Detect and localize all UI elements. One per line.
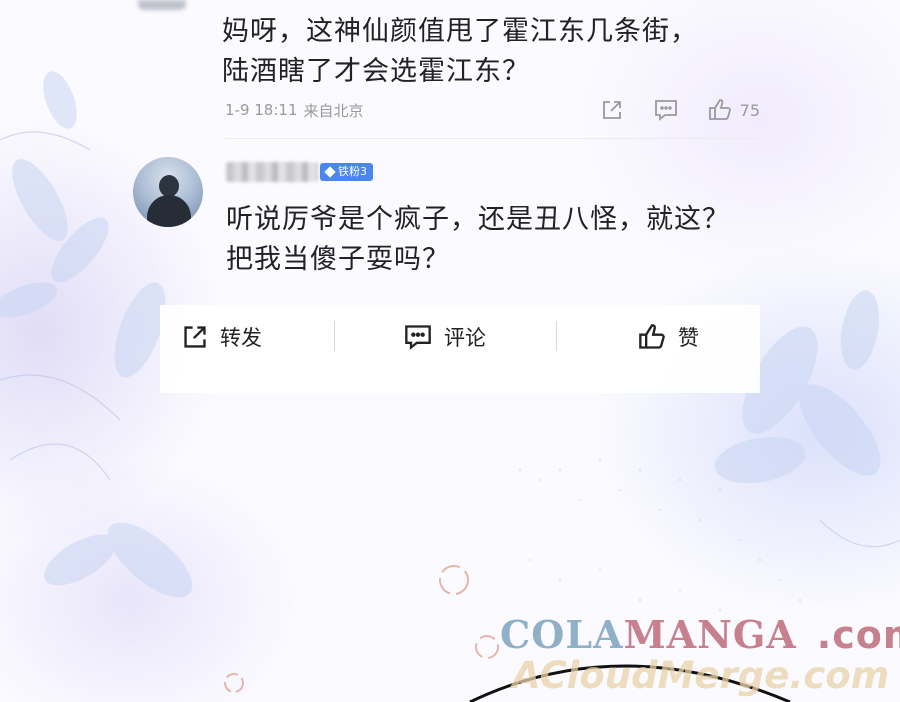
- action-bar: 转发 评论 赞: [160, 305, 760, 393]
- fan-badge-label: 铁粉3: [338, 165, 367, 178]
- fan-badge[interactable]: 铁粉3: [320, 163, 373, 181]
- share-icon: [184, 326, 206, 348]
- watermark-manga: MANGA: [623, 612, 797, 657]
- comment-icon[interactable]: [654, 98, 678, 122]
- separator: [334, 321, 335, 351]
- share-icon[interactable]: [600, 98, 624, 122]
- watermark-com: .com: [816, 613, 900, 657]
- comment-time: 1-9 18:11: [225, 101, 298, 119]
- comment-text-line: 听说厉爷是个疯子，还是丑八怪，就这？: [226, 204, 730, 235]
- separator: [556, 321, 557, 351]
- watermark-line1: COLAMANGA .com: [500, 612, 900, 657]
- comment-location: 来自北京: [303, 101, 364, 120]
- comment-meta-row: 1-9 18:11 来自北京 75: [225, 96, 760, 124]
- comment-text-line: 妈呀，这神仙颜值甩了霍江东几条街，: [222, 16, 698, 47]
- comment-label: 评论: [444, 326, 486, 350]
- comment-text-line: 把我当傻子耍吗？: [226, 244, 450, 275]
- like-icon: [639, 324, 665, 349]
- diamond-icon: [324, 166, 336, 178]
- username-blurred[interactable]: [226, 162, 318, 182]
- comment-text: 听说厉爷是个疯子，还是丑八怪，就这？ 把我当傻子耍吗？: [226, 200, 846, 280]
- comment-text: 妈呀，这神仙颜值甩了霍江东几条街， 陆酒瞎了才会选霍江东？: [222, 12, 822, 92]
- avatar[interactable]: [133, 157, 203, 227]
- comment-button[interactable]: 评论: [404, 317, 486, 357]
- comment-icon: [405, 325, 431, 350]
- like-button[interactable]: 赞: [638, 317, 699, 357]
- watermark-line2: ACloudMerge.com: [512, 654, 890, 697]
- like-label: 赞: [678, 326, 699, 350]
- divider: [225, 138, 760, 139]
- previous-avatar-fragment: [138, 0, 186, 10]
- like-count: 75: [739, 100, 760, 120]
- comment-text-line: 陆酒瞎了才会选霍江东？: [222, 56, 530, 87]
- watermark-cola: COLA: [500, 612, 624, 657]
- forward-button[interactable]: 转发: [182, 317, 262, 357]
- forward-label: 转发: [220, 326, 262, 350]
- watermark: COLAMANGA .com ACloudMerge.com: [500, 612, 900, 702]
- like-icon[interactable]: [708, 98, 732, 122]
